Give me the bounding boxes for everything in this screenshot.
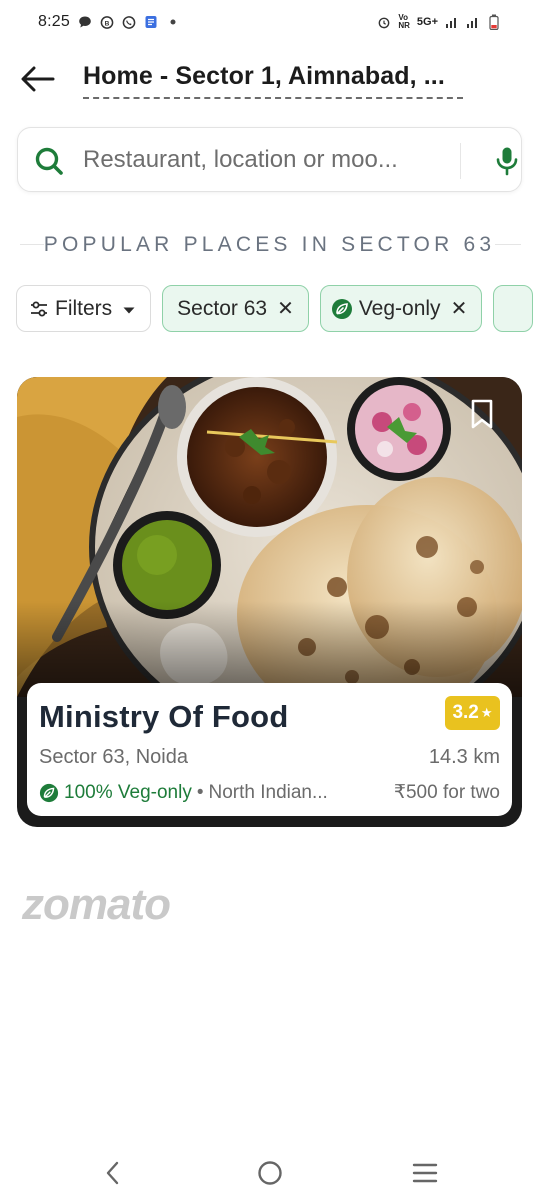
status-time: 8:25 bbox=[38, 13, 70, 30]
volte-label-bottom: NR bbox=[398, 21, 410, 30]
heading-divider-left bbox=[20, 244, 44, 245]
section-title: POPULAR PLACES IN SECTOR 63 bbox=[43, 233, 496, 256]
system-icons: Vo NR 5G+ bbox=[377, 14, 501, 30]
separator-dot: • bbox=[196, 781, 204, 803]
back-button[interactable] bbox=[20, 64, 56, 94]
close-icon[interactable]: ✕ bbox=[277, 299, 294, 319]
veg-only-label: 100% Veg-only bbox=[64, 781, 192, 803]
search-icon bbox=[35, 147, 63, 175]
cuisine-label: North Indian... bbox=[208, 781, 328, 803]
chip-label: Sector 63 bbox=[177, 296, 268, 320]
restaurant-name: Ministry Of Food bbox=[39, 699, 289, 734]
chat-bubble-icon bbox=[78, 15, 92, 29]
chevron-left-icon bbox=[106, 1161, 119, 1185]
whatsapp-business-icon: B bbox=[100, 15, 114, 29]
chip-sector-63[interactable]: Sector 63 ✕ bbox=[162, 285, 309, 332]
alarm-icon bbox=[377, 15, 391, 29]
caret-down-icon bbox=[122, 297, 136, 321]
rating-badge: 3.2 ★ bbox=[445, 696, 500, 730]
notification-icons: B bbox=[78, 15, 180, 29]
nav-recents-button[interactable] bbox=[410, 1158, 440, 1188]
dot-icon bbox=[166, 15, 180, 29]
search-input[interactable] bbox=[83, 142, 453, 178]
filter-chips: Filters Sector 63 ✕ Veg-only ✕ bbox=[16, 285, 539, 333]
signal-icon bbox=[466, 15, 480, 29]
arrow-left-icon bbox=[21, 66, 55, 92]
docs-icon bbox=[144, 15, 158, 29]
search-bar[interactable] bbox=[17, 127, 522, 192]
filters-button[interactable]: Filters bbox=[16, 285, 152, 332]
signal-icon bbox=[445, 15, 459, 29]
microphone-icon[interactable] bbox=[494, 146, 520, 176]
restaurant-distance: 14.3 km bbox=[428, 746, 500, 768]
leaf-icon bbox=[331, 298, 353, 320]
location-selector[interactable]: Home - Sector 1, Aimnabad, ... bbox=[83, 62, 463, 99]
battery-low-icon bbox=[487, 14, 501, 30]
status-bar: 8:25 B Vo NR 5G+ bbox=[0, 0, 539, 44]
restaurant-locality: Sector 63, Noida bbox=[39, 746, 188, 768]
restaurant-meta: 100% Veg-only • North Indian... ₹500 for… bbox=[39, 781, 500, 804]
section-heading: POPULAR PLACES IN SECTOR 63 bbox=[0, 232, 539, 258]
star-icon: ★ bbox=[480, 705, 493, 720]
filters-label: Filters bbox=[55, 296, 113, 320]
circle-home-icon bbox=[258, 1161, 282, 1185]
leaf-icon bbox=[39, 783, 59, 803]
nav-back-button[interactable] bbox=[98, 1158, 128, 1188]
search-divider bbox=[460, 143, 461, 179]
food-image bbox=[17, 377, 522, 697]
network-volte-label: Vo NR bbox=[398, 14, 410, 30]
sliders-icon bbox=[29, 300, 49, 318]
price-label: ₹500 for two bbox=[393, 782, 500, 803]
menu-lines-icon bbox=[412, 1163, 438, 1183]
close-icon[interactable]: ✕ bbox=[451, 299, 468, 319]
svg-text:B: B bbox=[105, 20, 110, 27]
system-nav-bar bbox=[0, 1142, 539, 1200]
chip-label: Veg-only bbox=[358, 296, 441, 320]
restaurant-info: Ministry Of Food 3.2 ★ Sector 63, Noida … bbox=[27, 683, 512, 816]
zomato-logo: zomato bbox=[22, 880, 171, 929]
rating-value: 3.2 bbox=[452, 702, 479, 723]
network-type-label: 5G+ bbox=[416, 16, 438, 28]
chip-veg-only[interactable]: Veg-only ✕ bbox=[319, 285, 483, 332]
header: Home - Sector 1, Aimnabad, ... bbox=[0, 56, 539, 106]
nav-home-button[interactable] bbox=[255, 1158, 285, 1188]
whatsapp-icon bbox=[122, 15, 136, 29]
heading-divider-right bbox=[495, 244, 521, 245]
restaurant-card[interactable]: Ministry Of Food 3.2 ★ Sector 63, Noida … bbox=[17, 377, 522, 827]
bookmark-icon[interactable] bbox=[470, 399, 494, 429]
chip-partial[interactable] bbox=[493, 285, 534, 332]
